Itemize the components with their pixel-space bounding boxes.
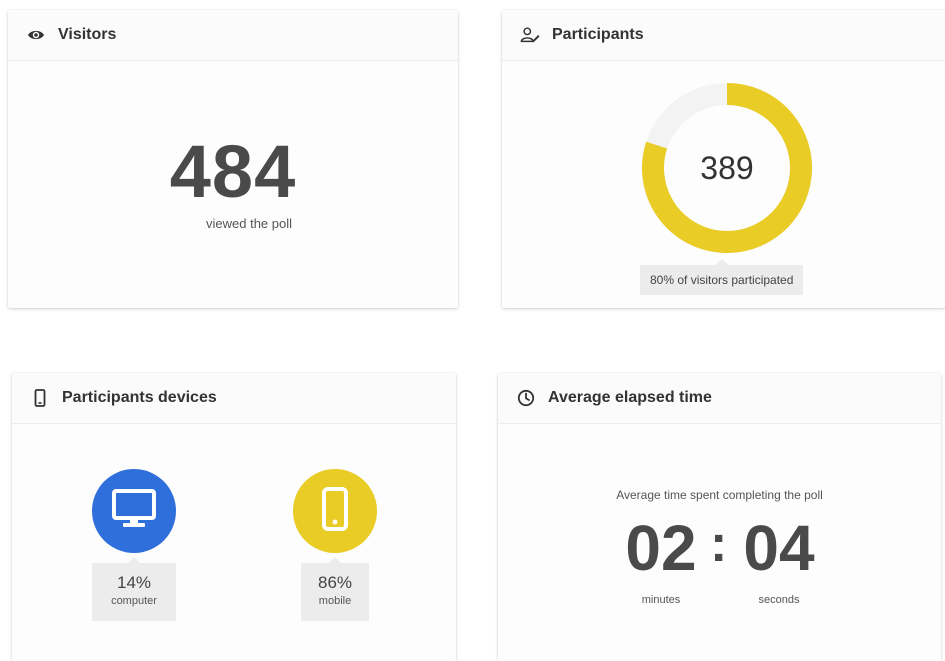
visitors-title: Visitors: [58, 26, 117, 43]
seconds-value: 04: [743, 512, 815, 584]
participants-card: Participants 389 80% of visitors partici…: [502, 10, 945, 308]
visitors-card-body: 484 viewed the poll: [8, 61, 458, 308]
visitors-count: 484: [169, 130, 297, 213]
participants-card-header: Participants: [502, 10, 945, 61]
minutes-value: 02: [625, 512, 697, 584]
visitors-caption: viewed the poll: [206, 216, 292, 231]
visitors-card-header: Visitors: [8, 10, 458, 61]
elapsed-time-title: Average elapsed time: [548, 389, 712, 406]
desktop-monitor-icon: [112, 488, 156, 534]
visitors-card: Visitors 484 viewed the poll: [8, 10, 458, 308]
mobile-percent: 86%: [317, 573, 353, 592]
minutes-label: minutes: [641, 594, 681, 606]
elapsed-time-card: Average elapsed time Average time spent …: [498, 373, 941, 661]
mobile-stat: 86% mobile: [301, 557, 369, 621]
mobile-phone-icon: [30, 388, 50, 408]
participants-card-body: 389 80% of visitors participated: [502, 61, 945, 308]
participants-title: Participants: [552, 26, 644, 43]
elapsed-time-card-body: Average time spent completing the poll 0…: [498, 424, 941, 661]
mobile-label: mobile: [318, 595, 352, 607]
elapsed-time-card-header: Average elapsed time: [498, 373, 941, 424]
mobile-device-circle: [293, 469, 377, 553]
participants-count: 389: [700, 149, 754, 186]
elapsed-time-caption: Average time spent completing the poll: [616, 488, 823, 502]
participation-donut: 389: [642, 83, 812, 253]
smartphone-icon: [322, 486, 348, 536]
eye-icon: [26, 25, 46, 45]
seconds-label: seconds: [758, 594, 800, 606]
devices-card-header: Participants devices: [12, 373, 456, 424]
participation-badge: 80% of visitors participated: [640, 259, 804, 295]
computer-device-circle: [92, 469, 176, 553]
clock-icon: [516, 388, 536, 408]
devices-title: Participants devices: [62, 389, 217, 406]
computer-label: computer: [111, 595, 157, 607]
user-edit-icon: [520, 25, 540, 45]
computer-percent: 14%: [116, 573, 152, 592]
computer-stat: 14% computer: [92, 557, 176, 621]
devices-card-body: 14% computer 86% mobile: [12, 424, 456, 661]
devices-card: Participants devices 14% computer 86% mo…: [12, 373, 456, 661]
